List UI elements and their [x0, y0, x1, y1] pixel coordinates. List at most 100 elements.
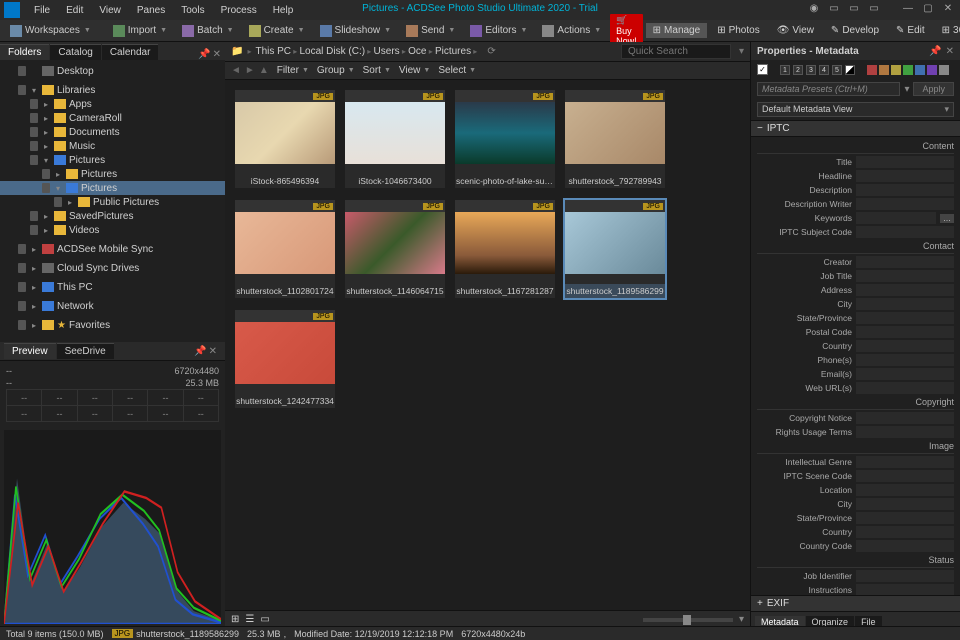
filter-view[interactable]: View ▼ — [399, 65, 430, 76]
menu-tools[interactable]: Tools — [173, 3, 212, 18]
metadata-preset-select[interactable]: Metadata Presets (Ctrl+M) — [757, 82, 900, 96]
rating-4[interactable]: 4 — [819, 65, 829, 75]
thumbnail-area[interactable]: JPGiStock-865496394JPGiStock-1046673400J… — [225, 80, 750, 610]
meta-input[interactable] — [856, 368, 954, 380]
filmstrip-view-icon[interactable]: ▭ — [260, 614, 269, 625]
tree-node[interactable]: ▾Libraries — [0, 83, 225, 97]
menu-help[interactable]: Help — [265, 3, 302, 18]
breadcrumb-segment[interactable]: Local Disk (C:) — [300, 46, 366, 57]
tree-node[interactable]: Desktop — [0, 64, 225, 78]
folder-icon[interactable]: 📁 — [231, 46, 243, 57]
meta-input[interactable] — [856, 340, 954, 352]
meta-input[interactable] — [856, 484, 954, 496]
keywords-browse-icon[interactable]: … — [940, 214, 954, 223]
meta-input[interactable] — [856, 326, 954, 338]
filter-select[interactable]: Select ▼ — [438, 65, 476, 76]
tree-node[interactable]: ▸Apps — [0, 97, 225, 111]
pin-icon[interactable]: 📌 — [194, 346, 206, 357]
tag-checkbox[interactable]: ✓ — [757, 64, 768, 75]
tree-node[interactable]: ▸Network — [0, 299, 225, 313]
mode-manage[interactable]: ⊞Manage — [646, 23, 708, 38]
pin-icon[interactable]: 📌 — [198, 49, 210, 60]
tree-node[interactable]: ▾Pictures — [0, 153, 225, 167]
tree-node[interactable]: ▸Public Pictures — [0, 195, 225, 209]
apply-button[interactable]: Apply — [913, 82, 954, 96]
tree-node[interactable]: ▾Pictures — [0, 181, 225, 195]
color-label[interactable] — [867, 65, 877, 75]
batch-button[interactable]: Batch▼ — [176, 23, 240, 39]
tree-node[interactable]: ▸★Favorites — [0, 318, 225, 332]
search-input[interactable] — [621, 44, 731, 59]
metadata-view-select[interactable]: Default Metadata View▾ — [757, 102, 954, 117]
rating-1[interactable]: 1 — [780, 65, 790, 75]
up-icon[interactable]: ▲ — [259, 65, 269, 76]
color-label[interactable] — [939, 65, 949, 75]
mode-edit[interactable]: ✎Edit — [889, 23, 932, 38]
zoom-dropdown-icon[interactable]: ▾ — [739, 614, 744, 625]
import-button[interactable]: Import▼ — [107, 23, 173, 39]
tree-node[interactable]: ▸CameraRoll — [0, 111, 225, 125]
tab-catalog[interactable]: Catalog — [50, 44, 100, 60]
thumbs-view-icon[interactable]: ⊞ — [231, 614, 239, 625]
thumbnail[interactable]: JPGshutterstock_792789943 — [565, 90, 665, 188]
filter-filter[interactable]: Filter ▼ — [277, 65, 309, 76]
breadcrumb-segment[interactable]: Oce — [408, 46, 426, 57]
thumbnail[interactable]: JPGiStock-865496394 — [235, 90, 335, 188]
breadcrumb-segment[interactable]: Pictures — [435, 46, 471, 57]
tab-preview[interactable]: Preview — [4, 343, 56, 359]
tree-node[interactable]: ▸Pictures — [0, 167, 225, 181]
panel-close-icon[interactable]: ✕ — [946, 46, 954, 57]
meta-input[interactable] — [856, 382, 954, 394]
meta-input[interactable] — [856, 426, 954, 438]
filter-group[interactable]: Group ▼ — [317, 65, 355, 76]
panel-close-icon[interactable]: ✕ — [209, 346, 217, 357]
meta-input[interactable] — [856, 298, 954, 310]
slideshow-button[interactable]: Slideshow▼ — [314, 23, 398, 39]
send-button[interactable]: Send▼ — [400, 23, 461, 39]
tab-folders[interactable]: Folders — [0, 44, 49, 60]
tab-seedrive[interactable]: SeeDrive — [57, 343, 114, 359]
meta-input[interactable] — [856, 470, 954, 482]
back-icon[interactable]: ◄ — [231, 65, 241, 76]
actions-button[interactable]: Actions▼ — [536, 23, 607, 39]
color-label[interactable] — [891, 65, 901, 75]
meta-input[interactable] — [856, 456, 954, 468]
breadcrumb-segment[interactable]: Users — [374, 46, 400, 57]
tree-node[interactable]: ▸ACDSee Mobile Sync — [0, 242, 225, 256]
details-view-icon[interactable]: ☰ — [245, 614, 254, 625]
mode-photos[interactable]: ⊞Photos — [710, 23, 767, 38]
thumbnail[interactable]: JPGshutterstock_1242477334 — [235, 310, 335, 408]
preset-dropdown-icon[interactable]: ▾ — [904, 84, 909, 95]
meta-input[interactable] — [856, 540, 954, 552]
exif-section[interactable]: +EXIF — [751, 595, 960, 612]
editors-button[interactable]: Editors▼ — [464, 23, 533, 39]
tree-node[interactable]: ▸Documents — [0, 125, 225, 139]
search-menu-icon[interactable]: ▾ — [739, 46, 744, 57]
color-label[interactable] — [903, 65, 913, 75]
tree-node[interactable]: ▸This PC — [0, 280, 225, 294]
meta-input[interactable] — [856, 512, 954, 524]
menu-view[interactable]: View — [91, 3, 129, 18]
iptc-section[interactable]: −IPTC — [751, 120, 960, 137]
rating-clear[interactable] — [845, 65, 855, 75]
thumbnail[interactable]: JPGshutterstock_1102801724 — [235, 200, 335, 298]
meta-input[interactable] — [856, 526, 954, 538]
breadcrumb-segment[interactable]: This PC — [255, 46, 291, 57]
tree-node[interactable]: ▸Music — [0, 139, 225, 153]
thumbnail[interactable]: JPGiStock-1046673400 — [345, 90, 445, 188]
meta-input[interactable] — [856, 212, 936, 224]
meta-input[interactable] — [856, 570, 954, 582]
filter-sort[interactable]: Sort ▼ — [363, 65, 391, 76]
thumbnail[interactable]: JPGshutterstock_1146064715 — [345, 200, 445, 298]
thumbnail[interactable]: JPGshutterstock_1167281287 — [455, 200, 555, 298]
zoom-slider[interactable] — [643, 618, 733, 622]
tree-node[interactable]: ▸Videos — [0, 223, 225, 237]
color-label[interactable] — [879, 65, 889, 75]
meta-input[interactable] — [856, 256, 954, 268]
meta-input[interactable] — [856, 198, 954, 210]
refresh-icon[interactable]: ⟳ — [487, 46, 495, 57]
meta-input[interactable] — [856, 170, 954, 182]
meta-input[interactable] — [856, 312, 954, 324]
pin-icon[interactable]: 📌 — [929, 46, 941, 57]
meta-input[interactable] — [856, 584, 954, 595]
